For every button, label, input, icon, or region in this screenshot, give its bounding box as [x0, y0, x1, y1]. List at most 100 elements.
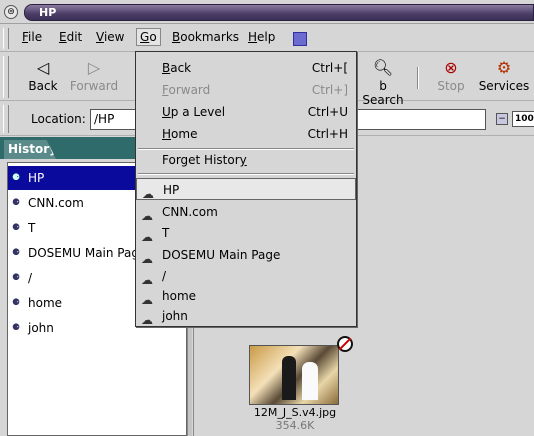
history-item-label: /: [28, 271, 33, 285]
menu-separator: [138, 173, 354, 175]
go-up-accel: Ctrl+U: [307, 105, 348, 119]
toolbar-grip[interactable]: [3, 56, 9, 98]
go-history-label: john: [162, 309, 188, 323]
window-menu-icon[interactable]: ⊜: [4, 5, 18, 19]
stop-button[interactable]: ⊗ Stop: [436, 57, 466, 93]
go-forward-label: Forward: [162, 79, 210, 101]
menu-file[interactable]: File: [22, 30, 42, 44]
back-button[interactable]: ◁ Back: [26, 57, 60, 93]
forget-history-mnemonic: y: [239, 153, 247, 167]
title-pill: HP: [24, 4, 534, 21]
toolbar-separator: [417, 67, 419, 89]
no-write-emblem-icon: [337, 336, 353, 352]
web-search-button[interactable]: 🔍︎ b Search: [357, 57, 409, 107]
go-up-rest: p a Level: [170, 105, 226, 119]
go-up-mnemonic: U: [162, 105, 171, 119]
location-input-tail[interactable]: [356, 109, 486, 130]
go-history-label: CNN.com: [162, 205, 218, 219]
menu-help-mnemonic: H: [248, 30, 258, 44]
menu-edit-rest: dit: [66, 30, 83, 44]
go-forward-accel: Ctrl+]: [311, 83, 348, 97]
go-menu-history-dosemu[interactable]: ☁ DOSEMU Main Page: [136, 244, 356, 266]
history-entry-icon: ⚈: [12, 198, 21, 208]
menubar-grip[interactable]: [3, 28, 9, 49]
menu-edit-mnemonic: E: [59, 30, 67, 44]
zoom-out-button[interactable]: −: [496, 113, 508, 125]
go-back-accel: Ctrl+[: [311, 61, 348, 75]
window-title: HP: [39, 6, 57, 19]
tab-history[interactable]: History: [4, 140, 56, 159]
menu-view-rest: iew: [103, 30, 125, 44]
go-home-label: Home: [162, 123, 197, 145]
forward-arrow-icon: ▷: [87, 58, 101, 77]
go-forward-rest: orward: [168, 83, 211, 97]
history-page-icon: ☁: [141, 313, 153, 327]
menu-go-mnemonic: G: [140, 30, 150, 44]
history-entry-icon: ⚈: [12, 223, 21, 233]
go-menu-history-t[interactable]: ☁ T: [136, 222, 356, 244]
history-entry-icon: ⚈: [12, 248, 21, 258]
image-thumbnail[interactable]: [249, 345, 339, 405]
search-icon: 🔍︎: [372, 58, 394, 77]
services-icon: ⚙: [496, 58, 512, 77]
forward-button-label: Forward: [69, 79, 119, 93]
menu-go[interactable]: Go: [136, 28, 161, 46]
go-menu-history-root[interactable]: ☁ /: [136, 265, 356, 287]
go-menu-history-john[interactable]: ☁ john: [136, 305, 356, 327]
go-menu-home[interactable]: Home Ctrl+H: [136, 123, 356, 145]
go-home-rest: ome: [171, 127, 198, 141]
back-button-label: Back: [28, 79, 58, 93]
menu-edit[interactable]: Edit: [59, 30, 82, 44]
go-menu-forward[interactable]: Forward Ctrl+]: [136, 79, 356, 101]
go-menu-up-a-level[interactable]: Up a Level Ctrl+U: [136, 101, 356, 123]
go-up-label: Up a Level: [162, 101, 225, 123]
back-arrow-icon: ◁: [36, 58, 50, 77]
go-history-label: HP: [163, 183, 180, 197]
menu-help-rest: elp: [257, 30, 276, 44]
go-back-label: Back: [162, 57, 191, 79]
history-item-label: HP: [28, 171, 45, 185]
forget-history-label: Forget History: [162, 149, 247, 171]
services-button[interactable]: ⚙ Services: [477, 57, 531, 93]
go-menu-history-hp[interactable]: ☁ HP: [136, 178, 356, 201]
zoom-control: − 100: [496, 110, 534, 128]
go-history-label: /: [162, 269, 167, 283]
history-entry-icon: ⚈: [12, 323, 21, 333]
menu-bar: File Edit View Go Bookmarks Help: [0, 25, 534, 52]
file-size: 354.6K: [275, 419, 315, 432]
go-menu-history-cnn[interactable]: ☁ CNN.com: [136, 201, 356, 223]
throbber-icon: [293, 32, 307, 46]
go-history-label: T: [162, 226, 170, 240]
locationbar-grip[interactable]: [3, 105, 9, 133]
menu-bookmarks[interactable]: Bookmarks: [172, 30, 239, 44]
history-entry-icon: ⚈: [12, 273, 21, 283]
history-entry-icon: ⚈: [12, 173, 21, 183]
zoom-level[interactable]: 100: [512, 111, 534, 127]
stop-icon: ⊗: [444, 58, 458, 77]
menu-bookmarks-rest: ookmarks: [180, 30, 240, 44]
title-bar: ⊜ HP: [0, 0, 534, 24]
history-item-label: CNN.com: [28, 196, 84, 210]
go-history-label: DOSEMU Main Page: [162, 248, 281, 262]
history-item-label: john: [28, 321, 54, 335]
history-item-label: home: [28, 296, 63, 310]
go-menu: Back Ctrl+[ Forward Ctrl+] Up a Level Ct…: [135, 51, 357, 327]
go-back-mnemonic: B: [162, 61, 171, 75]
thumbnail-figure: [282, 356, 296, 400]
history-item-label: DOSEMU Main Page: [28, 246, 147, 260]
menu-go-rest: o: [149, 30, 157, 44]
file-name[interactable]: 12M_J_S.v4.jpg: [249, 406, 341, 419]
history-item-label: T: [28, 221, 36, 235]
menu-help[interactable]: Help: [248, 30, 275, 44]
go-menu-history-home[interactable]: ☁ home: [136, 285, 356, 307]
go-menu-back[interactable]: Back Ctrl+[: [136, 57, 356, 79]
menu-view[interactable]: View: [96, 30, 124, 44]
stop-button-label: Stop: [437, 79, 465, 93]
services-button-label: Services: [478, 79, 530, 93]
history-entry-icon: ⚈: [12, 298, 21, 308]
go-back-rest: ack: [170, 61, 192, 75]
location-input[interactable]: /HP: [90, 109, 136, 130]
menu-view-mnemonic: V: [96, 30, 104, 44]
forward-button[interactable]: ▷ Forward: [68, 57, 120, 93]
go-menu-forget-history[interactable]: Forget History: [136, 149, 356, 171]
